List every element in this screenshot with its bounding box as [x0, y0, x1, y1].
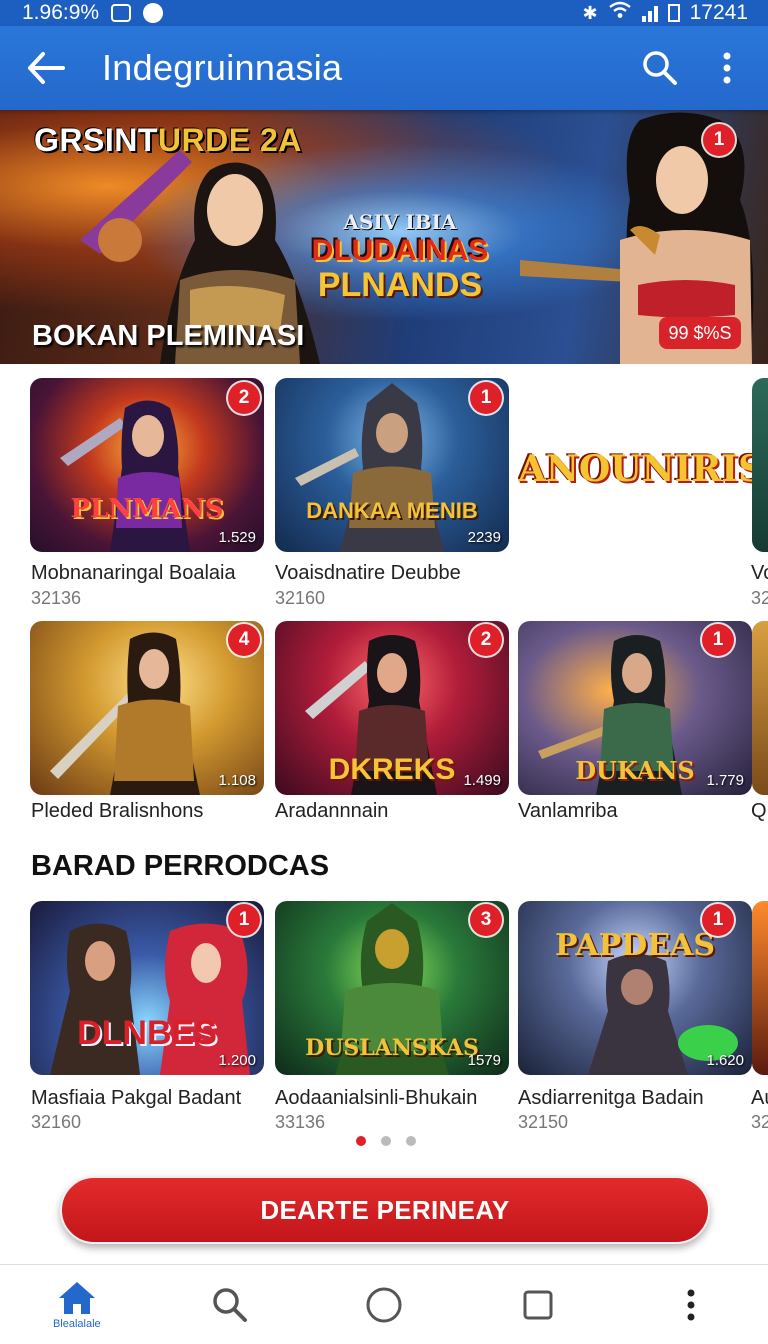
thumbnail-count: 1.779: [706, 772, 744, 789]
card-badge: 2: [470, 624, 502, 656]
card-badge: 1: [702, 904, 734, 936]
card-title-peek: Au: [751, 1087, 768, 1109]
card-subtitle: 32160: [31, 1112, 82, 1132]
hero-title: GRSINTURDE 2A: [34, 122, 302, 158]
game-card-peek[interactable]: [752, 901, 768, 1075]
game-card-peek[interactable]: [752, 621, 768, 795]
hero-game-logo: ASIV IBIA DLUDAINAS PLNANDS: [311, 210, 489, 304]
primary-action-button[interactable]: DEARTE PERINEAY: [60, 1176, 710, 1244]
card-subtitle: 32136: [31, 588, 82, 608]
thumbnail-count: 1.499: [463, 772, 501, 789]
hero-banner[interactable]: GRSINTURDE 2A ASIV IBIA DLUDAINAS PLNAND…: [0, 110, 768, 364]
wifi-icon: [608, 1, 632, 25]
hero-count-badge: 1: [703, 124, 735, 156]
thumbnail-count: 1.108: [218, 772, 256, 789]
card-badge: 2: [228, 382, 260, 414]
card-title[interactable]: Pleded Bralisnhons: [31, 800, 203, 823]
card-subtitle: 33136: [275, 1112, 326, 1132]
home-icon: [58, 1281, 95, 1314]
app-bar: Indegruinnasia: [0, 26, 768, 110]
search-button[interactable]: [624, 26, 696, 110]
search-icon: [643, 51, 677, 85]
battery-icon: [667, 4, 680, 22]
card-badge: 1: [702, 624, 734, 656]
page-dot-active[interactable]: [356, 1136, 366, 1146]
card-title[interactable]: Aradannnain: [275, 800, 388, 823]
notification-icon: [143, 3, 164, 23]
app-screen: 1.96:9% ✱ 17241 Indegruinnasia GRSINTURD…: [0, 0, 768, 1344]
back-button[interactable]: [0, 26, 92, 110]
thumbnail-count: 1.620: [706, 1052, 744, 1069]
card-title[interactable]: Vanlamriba: [518, 800, 618, 823]
status-bar: 1.96:9% ✱ 17241: [0, 0, 768, 26]
signal-icon: [641, 4, 658, 22]
carousel-page-indicator[interactable]: [356, 1136, 416, 1146]
more-vertical-icon: [687, 1289, 695, 1320]
arrow-left-icon: [28, 52, 65, 84]
card-title[interactable]: Mobnanaringal Boalaia: [31, 562, 236, 585]
thumbnail-count: 1.200: [218, 1052, 256, 1069]
card-badge: 3: [470, 904, 502, 936]
gallery-icon: [111, 4, 132, 22]
thumbnail-logo-text: PLNMANS: [70, 494, 224, 524]
card-subtitle-peek: 32: [751, 588, 768, 608]
nav-search[interactable]: [154, 1265, 308, 1344]
card-subtitle: 32160: [275, 588, 326, 608]
more-options-button[interactable]: [696, 26, 758, 110]
status-clock: 17241: [689, 1, 748, 24]
card-title[interactable]: Aodaanialsinli-Bhukain: [275, 1087, 477, 1110]
nav-home-label: Blealalale: [52, 1317, 101, 1330]
nav-more[interactable]: [614, 1265, 768, 1344]
hero-price-badge: 99 $%S: [659, 317, 741, 349]
app-bar-title: Indegruinnasia: [102, 47, 343, 88]
card-badge: 1: [228, 904, 260, 936]
card-title[interactable]: Masfiaia Pakgal Badant: [31, 1087, 241, 1110]
card-title-peek: Q: [751, 800, 767, 822]
game-card-peek[interactable]: [752, 378, 768, 552]
tile-logo-text: ANOUNIRIS: [518, 448, 752, 490]
circle-icon: [366, 1287, 402, 1322]
bottom-navigation: Blealalale: [0, 1264, 768, 1344]
card-title-peek: Vo: [751, 562, 768, 584]
card-title[interactable]: Asdiarrenitga Badain: [518, 1087, 704, 1110]
search-icon: [213, 1287, 248, 1322]
card-badge: 4: [228, 624, 260, 656]
more-vertical-icon: [723, 52, 731, 84]
section-title: BARAD PERRODCAS: [31, 850, 330, 882]
card-title[interactable]: Voaisdnatire Deubbe: [275, 562, 461, 585]
thumbnail-count: 2239: [467, 529, 501, 546]
status-time: 1.96:9%: [22, 1, 100, 24]
card-subtitle-peek: 32: [751, 1112, 768, 1132]
card-subtitle: 32150: [518, 1112, 569, 1132]
nav-home[interactable]: Blealalale: [0, 1265, 154, 1344]
thumbnail-count: 1.529: [218, 529, 256, 546]
thumbnail-logo-text: DANKAA MENIB: [306, 498, 478, 523]
square-icon: [523, 1290, 553, 1319]
hero-subtitle: BOKAN PLEMINASI: [32, 320, 305, 352]
nav-recents[interactable]: [461, 1265, 615, 1344]
page-dot[interactable]: [406, 1136, 416, 1146]
thumbnail-logo-text: DLNBES: [77, 1014, 217, 1052]
bluetooth-icon: ✱: [582, 2, 598, 23]
game-card-logo-tile[interactable]: ANOUNIRIS: [518, 378, 752, 552]
card-badge: 1: [470, 382, 502, 414]
thumbnail-count: 1579: [467, 1052, 501, 1069]
nav-home-circle[interactable]: [307, 1265, 461, 1344]
page-dot[interactable]: [381, 1136, 391, 1146]
